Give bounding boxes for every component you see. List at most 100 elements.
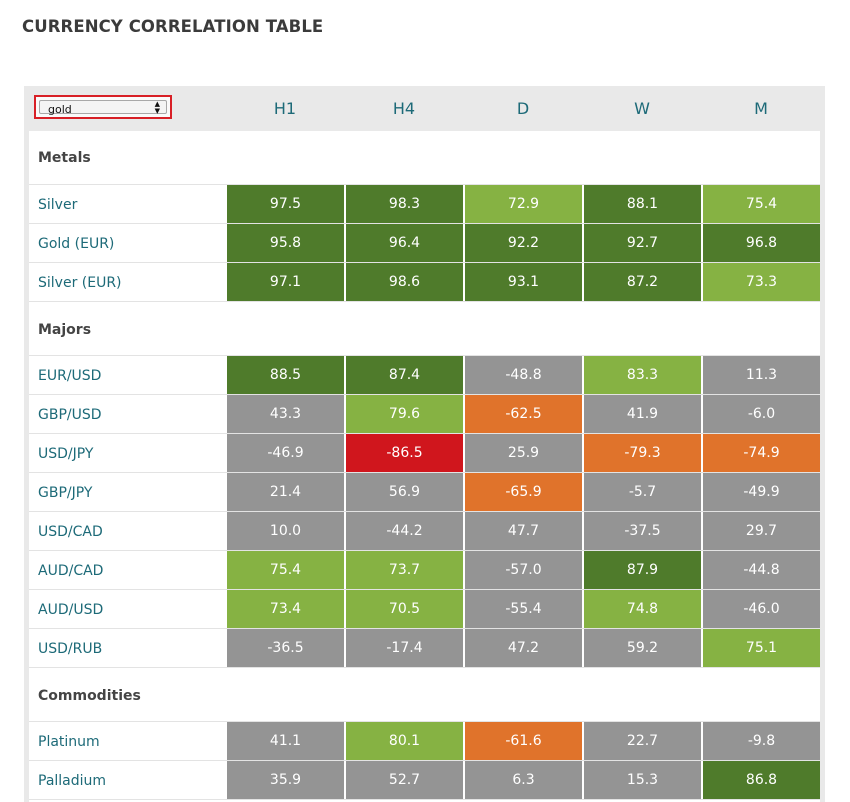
section-label: Metals (38, 150, 91, 166)
correlation-cell: 87.4 (345, 356, 463, 394)
correlation-cell: 35.9 (226, 761, 344, 799)
correlation-cell: -44.8 (702, 551, 820, 589)
correlation-cell: -86.5 (345, 434, 463, 472)
correlation-cell: 98.3 (345, 185, 463, 223)
table-row: Gold (EUR) 95.8 96.4 92.2 92.7 96.8 (29, 224, 820, 263)
section-label: Majors (38, 322, 92, 338)
correlation-cell: -5.7 (583, 473, 701, 511)
pair-link[interactable]: AUD/CAD (38, 563, 103, 579)
correlation-cell: -44.2 (345, 512, 463, 550)
correlation-cell: -48.8 (464, 356, 582, 394)
correlation-cell: -61.6 (464, 722, 582, 760)
correlation-cell: 74.8 (583, 590, 701, 628)
table-row: USD/RUB -36.5 -17.4 47.2 59.2 75.1 (29, 629, 820, 668)
pair-link[interactable]: USD/RUB (38, 641, 102, 657)
correlation-cell: 41.9 (583, 395, 701, 433)
correlation-table: gold ▲ ▼ H1 H4 D W M Metals Silver 97.5 98.3… (24, 86, 825, 802)
table-row: GBP/JPY 21.4 56.9 -65.9 -5.7 -49.9 (29, 473, 820, 512)
correlation-cell: 80.1 (345, 722, 463, 760)
table-row: GBP/USD 43.3 79.6 -62.5 41.9 -6.0 (29, 395, 820, 434)
correlation-cell: 43.3 (226, 395, 344, 433)
correlation-cell: 92.7 (583, 224, 701, 262)
pair-link[interactable]: Silver (38, 197, 77, 213)
pair-link[interactable]: GBP/USD (38, 407, 102, 423)
section-label: Commodities (38, 688, 141, 704)
pair-link[interactable]: EUR/USD (38, 368, 101, 384)
correlation-cell: 70.5 (345, 590, 463, 628)
correlation-cell: 87.9 (583, 551, 701, 589)
correlation-cell: 22.7 (583, 722, 701, 760)
correlation-cell: 88.1 (583, 185, 701, 223)
correlation-cell: -17.4 (345, 629, 463, 667)
correlation-cell: 75.4 (226, 551, 344, 589)
pair-link[interactable]: Palladium (38, 773, 106, 789)
column-header-d: D (516, 99, 530, 118)
table-row: USD/CAD 10.0 -44.2 47.7 -37.5 29.7 (29, 512, 820, 551)
correlation-cell: 83.3 (583, 356, 701, 394)
correlation-cell: 29.7 (702, 512, 820, 550)
table-row: AUD/CAD 75.4 73.7 -57.0 87.9 -44.8 (29, 551, 820, 590)
correlation-cell: 56.9 (345, 473, 463, 511)
correlation-cell: 98.6 (345, 263, 463, 301)
correlation-cell: 96.8 (702, 224, 820, 262)
section-header: Metals (29, 131, 820, 185)
column-header-h1: H1 (273, 99, 297, 118)
pair-link[interactable]: Platinum (38, 734, 100, 750)
table-row: AUD/USD 73.4 70.5 -55.4 74.8 -46.0 (29, 590, 820, 629)
correlation-cell: 86.8 (702, 761, 820, 799)
correlation-cell: 73.3 (702, 263, 820, 301)
correlation-cell: -46.9 (226, 434, 344, 472)
correlation-cell: 97.1 (226, 263, 344, 301)
correlation-cell: 41.1 (226, 722, 344, 760)
symbol-select[interactable]: gold ▲ ▼ (34, 95, 172, 119)
correlation-cell: 15.3 (583, 761, 701, 799)
correlation-cell: -65.9 (464, 473, 582, 511)
table-body: Metals Silver 97.5 98.3 72.9 88.1 75.4 Gold (EU… (29, 131, 820, 802)
correlation-cell: -55.4 (464, 590, 582, 628)
pair-link[interactable]: Silver (EUR) (38, 275, 122, 291)
correlation-cell: -79.3 (583, 434, 701, 472)
pair-link[interactable]: AUD/USD (38, 602, 103, 618)
correlation-cell: 47.7 (464, 512, 582, 550)
select-arrows-icon: ▲ ▼ (154, 100, 160, 115)
table-row: USD/JPY -46.9 -86.5 25.9 -79.3 -74.9 (29, 434, 820, 473)
correlation-cell: -62.5 (464, 395, 582, 433)
page-title: CURRENCY CORRELATION TABLE (22, 17, 324, 36)
table-header: gold ▲ ▼ H1 H4 D W M (24, 86, 825, 131)
symbol-select-value: gold (48, 103, 72, 116)
symbol-select-control[interactable]: gold ▲ ▼ (39, 100, 167, 116)
correlation-cell: 47.2 (464, 629, 582, 667)
correlation-cell: 93.1 (464, 263, 582, 301)
table-row: Silver 97.5 98.3 72.9 88.1 75.4 (29, 185, 820, 224)
pair-link[interactable]: GBP/JPY (38, 485, 92, 501)
correlation-cell: 6.3 (464, 761, 582, 799)
column-header-h4: H4 (392, 99, 416, 118)
section-header: Commodities (29, 668, 820, 722)
column-header-w: W (634, 99, 650, 118)
correlation-cell: 25.9 (464, 434, 582, 472)
correlation-cell: 96.4 (345, 224, 463, 262)
correlation-cell: 59.2 (583, 629, 701, 667)
correlation-cell: -57.0 (464, 551, 582, 589)
correlation-cell: 52.7 (345, 761, 463, 799)
correlation-cell: 73.7 (345, 551, 463, 589)
correlation-cell: 73.4 (226, 590, 344, 628)
correlation-cell: -46.0 (702, 590, 820, 628)
correlation-cell: 75.4 (702, 185, 820, 223)
correlation-cell: -49.9 (702, 473, 820, 511)
correlation-cell: 72.9 (464, 185, 582, 223)
correlation-cell: 97.5 (226, 185, 344, 223)
correlation-cell: 21.4 (226, 473, 344, 511)
correlation-cell: 10.0 (226, 512, 344, 550)
correlation-cell: -36.5 (226, 629, 344, 667)
correlation-cell: -6.0 (702, 395, 820, 433)
pair-link[interactable]: USD/JPY (38, 446, 93, 462)
correlation-cell: 75.1 (702, 629, 820, 667)
pair-link[interactable]: USD/CAD (38, 524, 103, 540)
table-row: Platinum 41.1 80.1 -61.6 22.7 -9.8 (29, 722, 820, 761)
pair-link[interactable]: Gold (EUR) (38, 236, 114, 252)
table-row: Silver (EUR) 97.1 98.6 93.1 87.2 73.3 (29, 263, 820, 302)
correlation-cell: 95.8 (226, 224, 344, 262)
column-header-m: M (754, 99, 768, 118)
correlation-cell: -74.9 (702, 434, 820, 472)
